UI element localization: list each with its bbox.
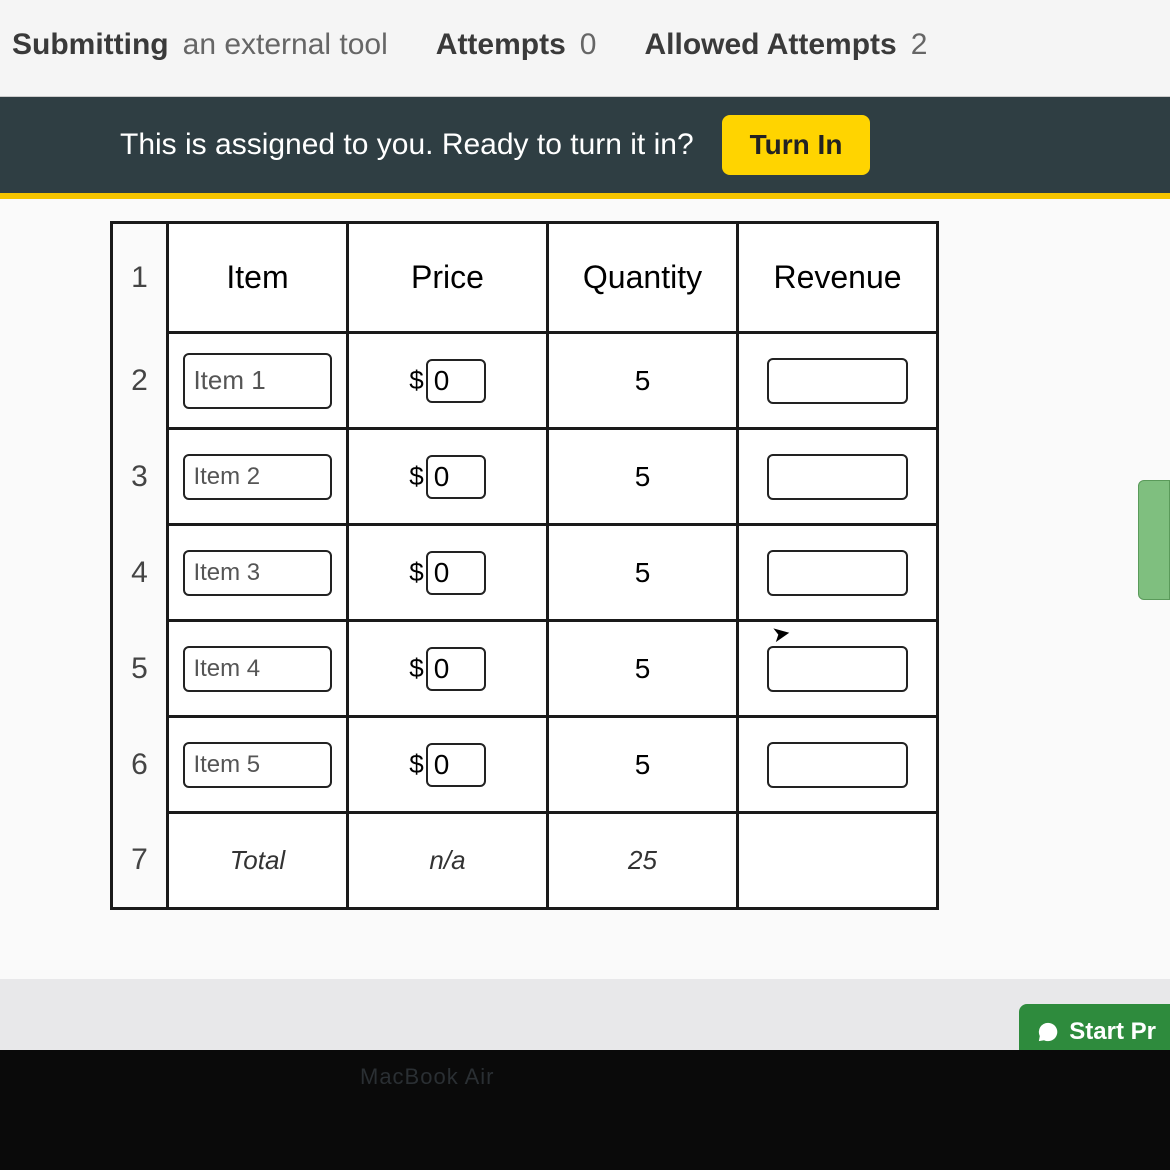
currency-prefix: $ (409, 653, 423, 684)
chat-icon (1037, 1021, 1059, 1043)
assignment-message: This is assigned to you. Ready to turn i… (120, 128, 694, 162)
item-name-input[interactable]: Item 3 (183, 550, 331, 596)
price-input[interactable]: $0 (349, 622, 546, 715)
total-label: Total (168, 813, 348, 909)
item-name-input[interactable]: Item 2 (183, 454, 331, 500)
total-quantity: 25 (548, 813, 738, 909)
price-input[interactable]: $0 (349, 334, 546, 427)
revenue-table[interactable]: 1 Item Price Quantity Revenue 2 Item 1 $… (110, 221, 939, 910)
submitting-label: Submitting (12, 28, 169, 62)
revenue-input[interactable] (767, 358, 908, 404)
header-price: Price (348, 223, 548, 333)
table-row: 6 Item 5 $0 5 (112, 717, 938, 813)
price-input[interactable]: $0 (349, 526, 546, 619)
row-number: 1 (112, 223, 168, 333)
currency-prefix: $ (409, 461, 423, 492)
row-number: 3 (112, 429, 168, 525)
start-button-label: Start Pr (1069, 1018, 1156, 1046)
revenue-input[interactable] (767, 742, 908, 788)
row-number: 6 (112, 717, 168, 813)
item-name-input[interactable]: Item 5 (183, 742, 331, 788)
price-input[interactable]: $0 (349, 430, 546, 523)
assignment-banner: This is assigned to you. Ready to turn i… (0, 97, 1170, 199)
submitting-info: Submitting an external tool (12, 28, 388, 62)
attempts-value: 0 (580, 28, 597, 62)
revenue-input[interactable] (767, 454, 908, 500)
attempts-label: Attempts (436, 28, 566, 62)
side-tab[interactable] (1138, 480, 1170, 600)
allowed-attempts-label: Allowed Attempts (644, 28, 896, 62)
item-name-input[interactable]: Item 1 (183, 353, 331, 409)
price-value[interactable]: 0 (426, 743, 486, 787)
attempts-info: Attempts 0 (436, 28, 597, 62)
turn-in-button[interactable]: Turn In (722, 115, 871, 175)
allowed-attempts-value: 2 (911, 28, 928, 62)
table-row: 5 Item 4 $0 5 (112, 621, 938, 717)
table-row: 4 Item 3 $0 5 (112, 525, 938, 621)
price-value[interactable]: 0 (426, 551, 486, 595)
header-quantity: Quantity (548, 223, 738, 333)
total-price: n/a (348, 813, 548, 909)
price-value[interactable]: 0 (426, 647, 486, 691)
quantity-cell: 5 (548, 717, 738, 813)
currency-prefix: $ (409, 557, 423, 588)
row-number: 4 (112, 525, 168, 621)
row-number: 5 (112, 621, 168, 717)
price-value[interactable]: 0 (426, 455, 486, 499)
table-row: 2 Item 1 $0 5 (112, 333, 938, 429)
total-revenue (738, 813, 938, 909)
quantity-cell: 5 (548, 333, 738, 429)
device-bezel: MacBook Air (0, 1050, 1170, 1170)
revenue-input[interactable] (767, 550, 908, 596)
currency-prefix: $ (409, 749, 423, 780)
revenue-input[interactable] (767, 646, 908, 692)
submitting-value: an external tool (183, 28, 388, 62)
table-total-row: 7 Total n/a 25 (112, 813, 938, 909)
device-label: MacBook Air (360, 1064, 495, 1090)
header-item: Item (168, 223, 348, 333)
row-number: 7 (112, 813, 168, 909)
header-revenue: Revenue (738, 223, 938, 333)
price-input[interactable]: $0 (349, 718, 546, 811)
quantity-cell: 5 (548, 621, 738, 717)
row-number: 2 (112, 333, 168, 429)
spreadsheet-area: 1 Item Price Quantity Revenue 2 Item 1 $… (0, 199, 1170, 979)
table-row: 3 Item 2 $0 5 (112, 429, 938, 525)
allowed-attempts-info: Allowed Attempts 2 (644, 28, 927, 62)
quantity-cell: 5 (548, 429, 738, 525)
assignment-meta-bar: Submitting an external tool Attempts 0 A… (0, 0, 1170, 97)
quantity-cell: 5 (548, 525, 738, 621)
item-name-input[interactable]: Item 4 (183, 646, 331, 692)
price-value[interactable]: 0 (426, 359, 486, 403)
table-header-row: 1 Item Price Quantity Revenue (112, 223, 938, 333)
currency-prefix: $ (409, 365, 423, 396)
